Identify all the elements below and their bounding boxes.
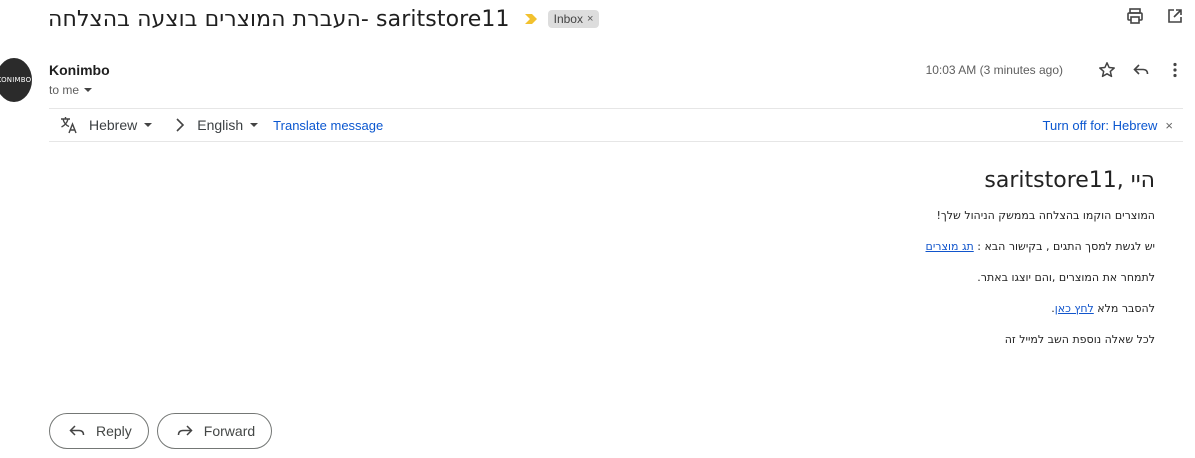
reply-button[interactable]: Reply — [49, 413, 149, 449]
turn-off-translation-link[interactable]: Turn off for: Hebrew — [1043, 118, 1158, 133]
message-line-4-text: להסבר מלא — [1093, 302, 1155, 315]
message-line-3: לתמחר את המוצרים ,והם יוצגו באתר. — [977, 271, 1155, 284]
caret-down-icon — [144, 123, 153, 127]
sender-avatar[interactable]: KONIMBO — [0, 58, 32, 102]
recipients-toggle[interactable]: to me — [49, 83, 110, 97]
product-tags-link[interactable]: תג מוצרים — [926, 240, 974, 253]
sender-name[interactable]: Konimbo — [49, 62, 110, 78]
subject-actions — [1125, 6, 1185, 26]
caret-down-icon — [84, 88, 93, 92]
more-options-icon[interactable] — [1165, 60, 1185, 80]
print-icon[interactable] — [1125, 6, 1145, 26]
target-language-select[interactable]: English — [197, 117, 259, 133]
translate-message-link[interactable]: Translate message — [273, 118, 383, 133]
message-line-5: לכל שאלה נוספת השב למייל זה — [1004, 333, 1155, 346]
recipients-text: to me — [49, 83, 80, 97]
message-timestamp: 10:03 AM (3 minutes ago) — [925, 63, 1063, 77]
subject-row: העברת המוצרים בוצעה בהצלחה- saritstore11… — [48, 6, 1185, 32]
turn-off-translation: Turn off for: Hebrew × — [1043, 118, 1173, 133]
message-body: היי ,saritstore11 המוצרים הוקמו בהצלחה ב… — [455, 168, 1155, 364]
message-line-2-text: יש לגשת למסך התגים , בקישור הבא : — [973, 240, 1155, 253]
forward-button[interactable]: Forward — [156, 413, 273, 449]
remove-label-icon[interactable]: × — [587, 13, 593, 25]
reply-icon[interactable] — [1131, 60, 1151, 80]
message-line-1: המוצרים הוקמו בהצלחה בממשק הניהול שלך! — [936, 209, 1155, 222]
source-language-select[interactable]: Hebrew — [89, 117, 153, 133]
important-marker-icon[interactable] — [524, 13, 538, 25]
message-actions: Reply Forward — [49, 413, 273, 449]
message-meta: 10:03 AM (3 minutes ago) — [926, 60, 1185, 80]
inbox-label: Inbox × — [547, 10, 600, 28]
star-icon[interactable] — [1097, 60, 1117, 80]
forward-label: Forward — [203, 423, 256, 439]
message-greeting: היי ,saritstore11 — [984, 168, 1155, 193]
message-line-4: להסבר מלא לחץ כאן. — [455, 302, 1155, 316]
inbox-label-text: Inbox — [553, 12, 583, 26]
reply-label: Reply — [96, 423, 132, 439]
click-here-link[interactable]: לחץ כאן — [1055, 302, 1094, 315]
target-language: English — [197, 117, 244, 133]
message-line-2: יש לגשת למסך התגים , בקישור הבא : תג מוצ… — [455, 240, 1155, 254]
open-in-new-window-icon[interactable] — [1165, 6, 1185, 26]
reply-icon — [69, 425, 85, 436]
chevron-right-icon — [176, 118, 185, 132]
close-translate-bar-icon[interactable]: × — [1165, 118, 1173, 133]
sender-block: Konimbo to me — [49, 62, 110, 97]
translate-icon — [61, 117, 77, 134]
source-language: Hebrew — [89, 117, 138, 133]
email-subject: העברת המוצרים בוצעה בהצלחה- saritstore11 — [48, 6, 510, 32]
avatar-text: KONIMBO — [0, 76, 32, 84]
forward-icon — [177, 425, 193, 436]
translate-bar: Hebrew English Translate message Turn of… — [49, 108, 1183, 142]
caret-down-icon — [250, 123, 259, 127]
